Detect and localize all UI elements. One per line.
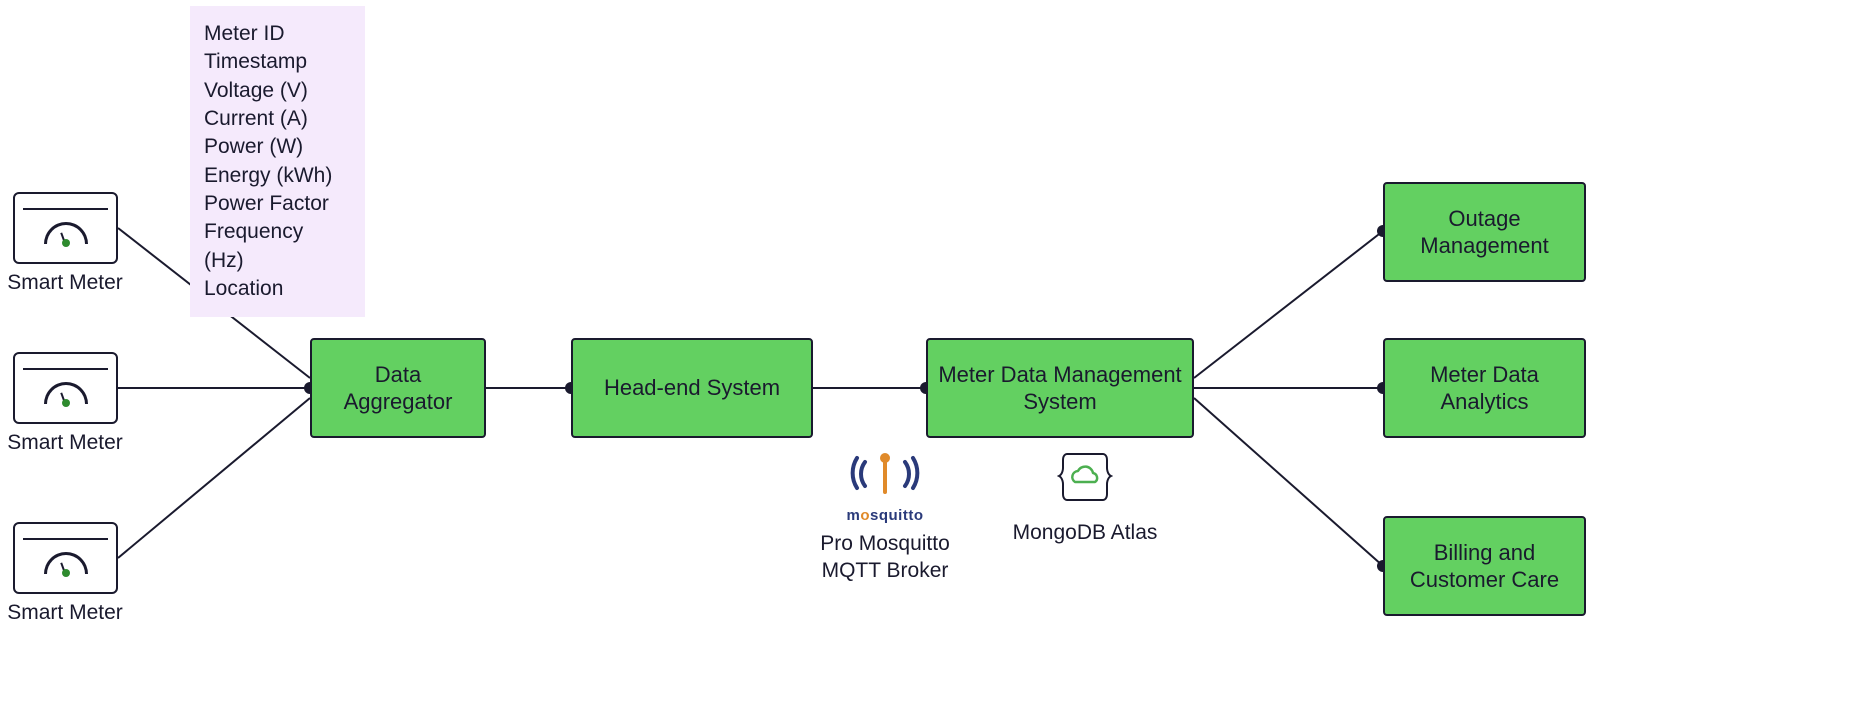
mongodb-atlas-icon xyxy=(1057,448,1113,508)
node-mdms: Meter Data Management System xyxy=(926,338,1194,438)
node-meter-data-analytics: Meter Data Analytics xyxy=(1383,338,1586,438)
mongodb-caption: MongoDB Atlas xyxy=(1000,519,1170,546)
node-label: Billing and Customer Care xyxy=(1395,539,1574,594)
node-billing-customer-care: Billing and Customer Care xyxy=(1383,516,1586,616)
schema-field: Power (W) xyxy=(204,133,347,161)
schema-field: Frequency (Hz) xyxy=(204,218,347,275)
node-label: Head-end System xyxy=(604,374,780,402)
diagram-canvas: Smart Meter Smart Meter Smart Meter Mete… xyxy=(0,0,1852,728)
smart-meter-2 xyxy=(13,352,118,424)
node-head-end-system: Head-end System xyxy=(571,338,813,438)
node-outage-management: Outage Management xyxy=(1383,182,1586,282)
smart-meter-2-label: Smart Meter xyxy=(0,431,135,455)
data-schema-box: Meter ID Timestamp Voltage (V) Current (… xyxy=(190,6,365,317)
schema-field: Voltage (V) xyxy=(204,77,347,105)
schema-field: Location xyxy=(204,275,347,303)
schema-field: Current (A) xyxy=(204,105,347,133)
smart-meter-1 xyxy=(13,192,118,264)
node-data-aggregator: Data Aggregator xyxy=(310,338,486,438)
mosquitto-wordmark-tail: o xyxy=(914,507,924,524)
smart-meter-3 xyxy=(13,522,118,594)
mosquitto-logo-block: mosquitto Pro Mosquitto MQTT Broker xyxy=(795,448,975,585)
mongodb-logo-block: MongoDB Atlas xyxy=(1000,448,1170,546)
schema-field: Timestamp xyxy=(204,48,347,76)
smart-meter-1-label: Smart Meter xyxy=(0,271,135,295)
schema-field: Power Factor xyxy=(204,190,347,218)
mosquitto-caption: Pro Mosquitto MQTT Broker xyxy=(795,530,975,585)
schema-field: Energy (kWh) xyxy=(204,162,347,190)
node-label: Data Aggregator xyxy=(322,361,474,416)
node-label: Meter Data Analytics xyxy=(1395,361,1574,416)
mosquitto-icon xyxy=(845,448,925,504)
smart-meter-3-label: Smart Meter xyxy=(0,601,135,625)
node-label: Meter Data Management System xyxy=(938,361,1182,416)
schema-field: Meter ID xyxy=(204,20,347,48)
node-label: Outage Management xyxy=(1395,205,1574,260)
